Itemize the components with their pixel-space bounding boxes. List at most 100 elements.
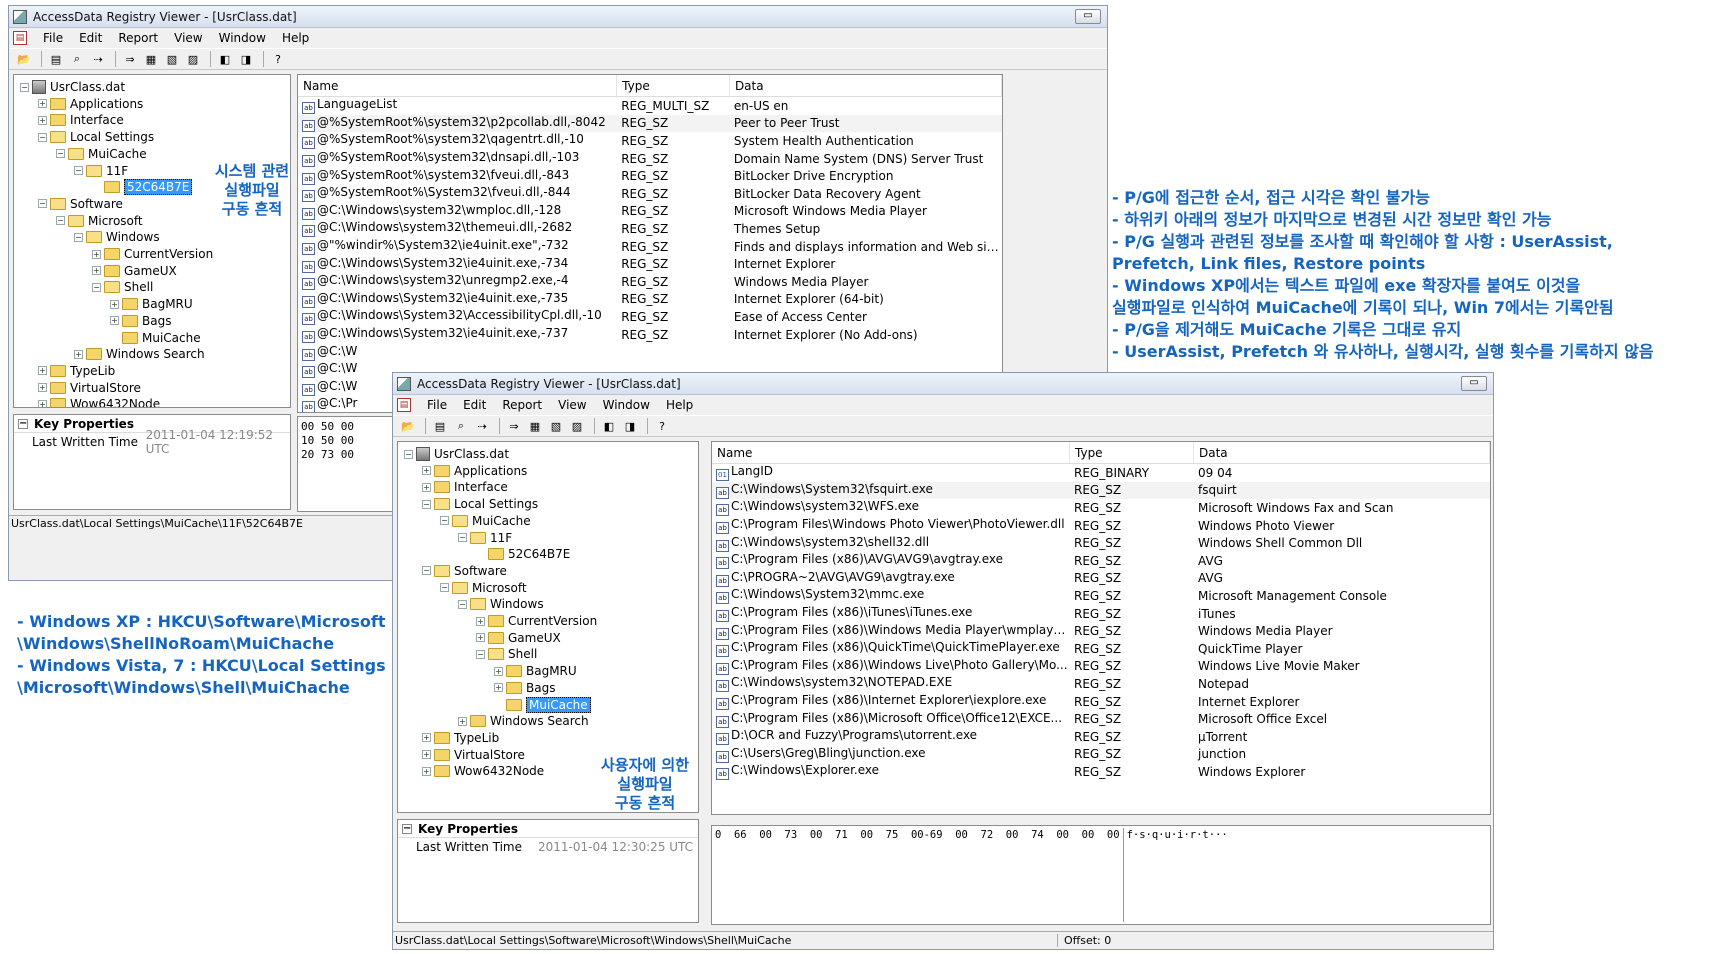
- restore-button[interactable]: ▭: [1075, 9, 1101, 24]
- tree-node[interactable]: 52C64B7E: [92, 179, 193, 196]
- table-row[interactable]: ab @C:\Windows\System32\ie4uinit.exe,-735…: [298, 291, 1002, 309]
- column-header-type[interactable]: Type: [1070, 442, 1194, 463]
- table-row[interactable]: ab D:\OCR and Fuzzy\Programs\utorrent.exe…: [712, 728, 1490, 746]
- tree-node[interactable]: + CurrentVersion: [92, 246, 213, 262]
- tree-node[interactable]: − Software: [422, 563, 507, 579]
- table-row[interactable]: ab C:\Program Files (x86)\Windows Live\Ph…: [712, 658, 1490, 676]
- tree-node[interactable]: + Interface: [38, 112, 124, 128]
- collapse-icon[interactable]: −: [458, 599, 467, 609]
- expand-icon[interactable]: +: [38, 366, 47, 376]
- collapse-icon[interactable]: −: [38, 132, 47, 142]
- tree-node[interactable]: − Software: [38, 196, 123, 212]
- collapse-icon[interactable]: −: [74, 232, 83, 242]
- expand-icon[interactable]: +: [38, 399, 47, 407]
- table-row[interactable]: ab LanguageList REG_MULTI_SZ en-US en: [298, 97, 1002, 115]
- help-icon[interactable]: ?: [269, 51, 287, 67]
- table-row[interactable]: ab C:\Windows\system32\shell32.dll REG_SZ W…: [712, 534, 1490, 552]
- tree-node[interactable]: + CurrentVersion: [476, 613, 597, 629]
- open-folder-icon[interactable]: 📂: [399, 418, 417, 434]
- document-icon[interactable]: ▤: [13, 31, 27, 45]
- report-view-icon[interactable]: ▨: [184, 51, 202, 67]
- tree-node[interactable]: + VirtualStore: [38, 380, 141, 396]
- collapse-icon[interactable]: −: [458, 533, 467, 542]
- tree-node[interactable]: + Applications: [422, 463, 527, 479]
- table-row[interactable]: ab C:\Program Files (x86)\Microsoft Offic…: [712, 710, 1490, 728]
- expand-icon[interactable]: +: [476, 616, 485, 626]
- collapse-icon[interactable]: −: [476, 649, 485, 659]
- expand-icon[interactable]: +: [422, 733, 431, 743]
- table-row[interactable]: ab C:\Program Files (x86)\Windows Media P…: [712, 622, 1490, 640]
- table-row[interactable]: ab @C:\Windows\system32\wmploc.dll,-128 RE…: [298, 203, 1002, 221]
- tree-node[interactable]: − MuiCache: [440, 513, 531, 529]
- expand-icon[interactable]: +: [476, 633, 485, 643]
- collapse-icon[interactable]: −: [404, 449, 413, 459]
- expand-icon[interactable]: +: [422, 466, 431, 476]
- expand-icon[interactable]: +: [38, 99, 47, 109]
- restore-button[interactable]: ▭: [1461, 376, 1487, 391]
- table-row[interactable]: ab @C:\Windows\System32\AccessibilityCpl.…: [298, 308, 1002, 326]
- tree-node[interactable]: + Windows Search: [458, 713, 589, 729]
- table-row[interactable]: ab C:\PROGRA~2\AVG\AVG9\avgtray.exe REG_SZ…: [712, 570, 1490, 588]
- expand-icon[interactable]: +: [110, 299, 119, 309]
- expand-icon[interactable]: +: [38, 115, 47, 125]
- expand-icon[interactable]: +: [494, 666, 503, 676]
- column-header-type[interactable]: Type: [617, 75, 730, 96]
- help-icon[interactable]: ?: [653, 418, 671, 434]
- tree-node[interactable]: − Microsoft: [440, 580, 527, 596]
- column-header-name[interactable]: Name: [712, 442, 1070, 463]
- table-row[interactable]: ab C:\Windows\system32\NOTEPAD.EXE REG_SZ N…: [712, 675, 1490, 693]
- menu-file[interactable]: File: [35, 31, 71, 45]
- export-icon[interactable]: ⇒: [505, 418, 523, 434]
- tree-node[interactable]: − UsrClass.dat: [404, 446, 509, 462]
- tree-node[interactable]: + Interface: [422, 479, 508, 495]
- expand-icon[interactable]: +: [458, 716, 467, 726]
- table-row[interactable]: ab C:\Program Files (x86)\Internet Explor…: [712, 693, 1490, 711]
- table-row[interactable]: ab @%SystemRoot%\system32\p2pcollab.dll,-…: [298, 114, 1002, 133]
- tree-node[interactable]: + TypeLib: [422, 730, 499, 746]
- menu-window[interactable]: Window: [211, 31, 274, 45]
- expand-icon[interactable]: +: [422, 766, 431, 776]
- tree-node[interactable]: MuiCache: [494, 696, 591, 713]
- collapse-icon[interactable]: −: [440, 516, 449, 526]
- tree-node[interactable]: MuiCache: [110, 330, 201, 346]
- expand-icon[interactable]: +: [110, 316, 119, 326]
- tree-node[interactable]: + BagMRU: [494, 663, 577, 679]
- table-row[interactable]: ab C:\Windows\Explorer.exe REG_SZ Windows E…: [712, 763, 1490, 781]
- tree-node[interactable]: − 11F: [458, 530, 512, 546]
- find-icon[interactable]: ⌕: [68, 51, 86, 67]
- tree-node[interactable]: + Windows Search: [74, 346, 205, 362]
- registry-key-tree[interactable]: − UsrClass.dat + Applications + Interface − Loc…: [13, 74, 291, 408]
- tree-node[interactable]: + VirtualStore: [422, 747, 525, 763]
- table-row[interactable]: ab C:\Program Files (x86)\iTunes\iTunes.e…: [712, 605, 1490, 623]
- menu-report[interactable]: Report: [494, 398, 550, 412]
- registry-value-list[interactable]: Name Type Data 01 LangID REG_BINARY 09 04 ab C:\…: [711, 441, 1491, 815]
- collapse-icon[interactable]: −: [38, 199, 47, 209]
- registry-value-list[interactable]: Name Type Data ab LanguageList REG_MULTI_SZ en…: [297, 74, 1003, 413]
- tree-node[interactable]: − UsrClass.dat: [20, 79, 125, 95]
- table-row[interactable]: ab @C:\W: [298, 343, 1002, 361]
- menu-edit[interactable]: Edit: [71, 31, 110, 45]
- table-row[interactable]: ab @%SystemRoot%\system32\dnsapi.dll,-103…: [298, 150, 1002, 168]
- print-icon[interactable]: ▤: [431, 418, 449, 434]
- menu-help[interactable]: Help: [658, 398, 701, 412]
- tree-node[interactable]: − Microsoft: [56, 213, 143, 229]
- bookmark-icon[interactable]: ◧: [600, 418, 618, 434]
- menu-view[interactable]: View: [550, 398, 594, 412]
- tree-node[interactable]: − Windows: [458, 596, 544, 612]
- find-icon[interactable]: ⌕: [452, 418, 470, 434]
- table-row[interactable]: ab C:\Windows\System32\mmc.exe REG_SZ Micro…: [712, 587, 1490, 605]
- table-row[interactable]: ab @%SystemRoot%\system32\fveui.dll,-843 R…: [298, 167, 1002, 185]
- tree-node[interactable]: + BagMRU: [110, 296, 193, 312]
- tree-node[interactable]: − Shell: [476, 646, 537, 662]
- open-folder-icon[interactable]: 📂: [15, 51, 33, 67]
- table-row[interactable]: ab @%SystemRoot%\System32\fveui.dll,-844 R…: [298, 185, 1002, 203]
- column-header-data[interactable]: Data: [1194, 442, 1490, 463]
- tree-node[interactable]: + Wow6432Node: [38, 396, 160, 407]
- menu-help[interactable]: Help: [274, 31, 317, 45]
- collapse-icon[interactable]: −: [92, 282, 101, 292]
- table-row[interactable]: ab C:\Windows\System32\fsquirt.exe REG_SZ f…: [712, 481, 1490, 500]
- report-add-icon[interactable]: ▧: [163, 51, 181, 67]
- collapse-icon[interactable]: −: [422, 566, 431, 576]
- key-properties-header[interactable]: − Key Properties: [398, 820, 698, 838]
- menu-window[interactable]: Window: [595, 398, 658, 412]
